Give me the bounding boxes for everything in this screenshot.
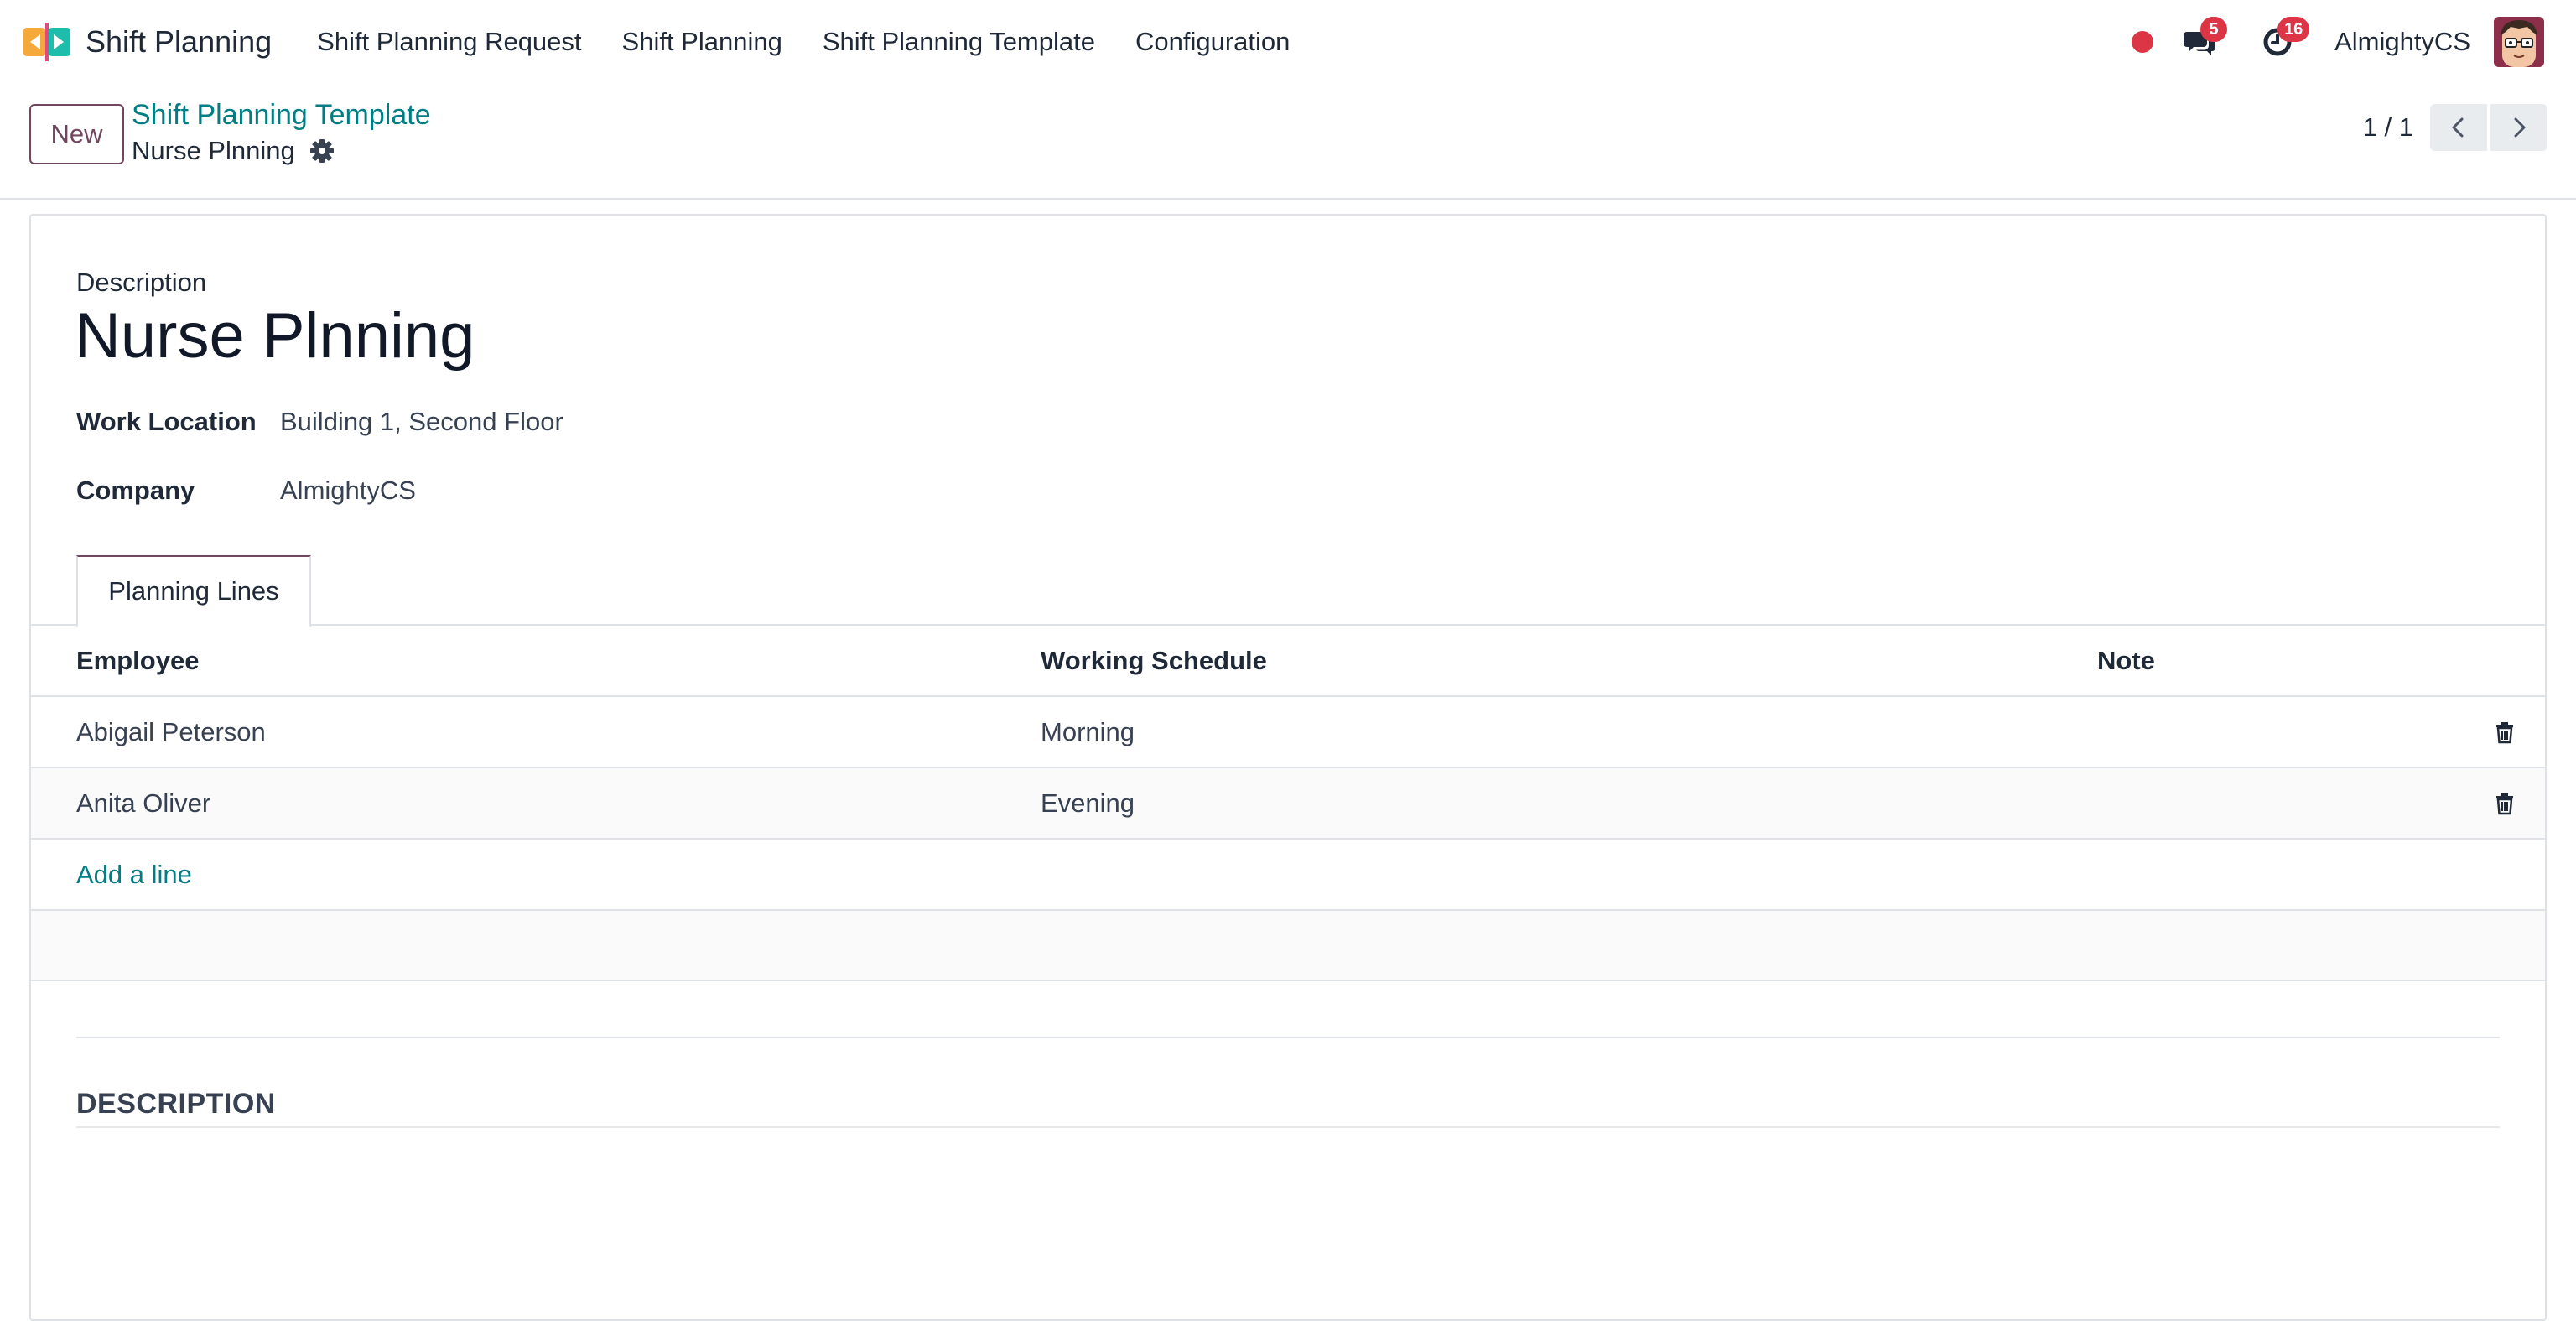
pager: 1 / 1 [2363,104,2576,151]
gear-icon[interactable] [309,138,335,164]
working-schedule-cell[interactable]: Evening [1041,768,1135,838]
table-header-row: Employee Working Schedule Note [31,626,2545,697]
tab-planning-lines[interactable]: Planning Lines [76,555,311,627]
planning-lines-table: Employee Working Schedule Note Abigail P… [31,626,2545,981]
delete-row-button[interactable] [2493,697,2516,767]
column-header-employee[interactable]: Employee [76,626,199,695]
template-name-field[interactable]: Nurse Plnning [75,299,475,372]
trash-icon [2496,721,2513,743]
delete-row-button[interactable] [2493,768,2516,838]
activities-button[interactable]: 16 [2257,17,2310,62]
section-divider [76,1037,2500,1038]
employee-cell[interactable]: Abigail Peterson [76,697,266,767]
table-footer-row [31,911,2545,981]
menu-item-shift-planning[interactable]: Shift Planning [602,27,802,57]
add-a-line-link[interactable]: Add a line [76,840,192,909]
user-avatar-icon [2494,17,2544,67]
top-navbar: Shift Planning Shift Planning Request Sh… [0,0,2576,84]
trash-icon [2496,793,2513,814]
chevron-left-icon [2452,117,2464,138]
company-row: Company AlmightyCS [76,476,416,506]
company-field[interactable]: AlmightyCS [280,476,416,506]
notebook-tabs: Planning Lines [31,555,2545,627]
navbar-systray: 5 16 AlmightyCS [2132,0,2576,84]
main-menu: Shift Planning Request Shift Planning Sh… [297,27,1310,57]
breadcrumb-record-title: Nurse Plnning [132,136,295,165]
work-location-row: Work Location Building 1, Second Floor [76,407,564,437]
breadcrumb-current: Nurse Plnning [132,136,335,166]
description-section-title: DESCRIPTION [76,1088,276,1120]
column-header-note[interactable]: Note [2097,626,2155,695]
shift-planning-logo-icon [23,23,70,61]
control-panel: New Shift Planning Template Nurse Plnnin… [0,84,2576,200]
form-sheet: Description Nurse Plnning Work Location … [29,214,2547,1321]
description-label: Description [76,268,207,297]
menu-item-configuration[interactable]: Configuration [1115,27,1310,57]
description-section-underline [76,1126,2500,1128]
add-line-row: Add a line [31,840,2545,911]
work-location-label: Work Location [76,407,257,436]
table-row[interactable]: Anita Oliver Evening [31,768,2545,840]
working-schedule-cell[interactable]: Morning [1041,697,1135,767]
company-switcher[interactable]: AlmightyCS [2334,27,2470,57]
app-name: Shift Planning [86,24,273,59]
company-label: Company [76,476,195,505]
column-header-working-schedule[interactable]: Working Schedule [1041,626,1267,695]
messages-badge: 5 [2200,17,2228,42]
table-row[interactable]: Abigail Peterson Morning [31,697,2545,768]
pager-previous-button[interactable] [2430,104,2487,151]
new-button[interactable]: New [29,104,124,164]
breadcrumb-shift-planning-template[interactable]: Shift Planning Template [132,99,431,132]
work-location-field[interactable]: Building 1, Second Floor [280,407,564,437]
menu-item-shift-planning-template[interactable]: Shift Planning Template [802,27,1115,57]
pager-value[interactable]: 1 / 1 [2363,112,2413,143]
activities-badge: 16 [2277,17,2310,42]
chevron-right-icon [2514,117,2526,138]
status-dot-icon[interactable] [2132,31,2154,53]
user-avatar[interactable] [2494,17,2544,67]
employee-cell[interactable]: Anita Oliver [76,768,210,838]
pager-next-button[interactable] [2490,104,2547,151]
menu-item-shift-planning-request[interactable]: Shift Planning Request [297,27,601,57]
messages-button[interactable]: 5 [2180,17,2228,62]
app-brand[interactable]: Shift Planning [23,23,272,61]
